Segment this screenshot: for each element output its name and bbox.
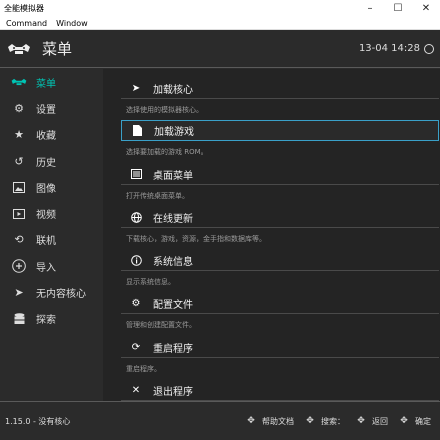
netplay-icon: ⟲ [14,233,24,247]
image-icon [11,180,27,194]
config-icon: ⚙ [131,297,141,309]
entry-label: 桌面菜单 [153,170,193,182]
window-menubar: Command Window [0,17,440,30]
menu-entry-online-updater[interactable]: 在线更新 下载核心，游戏，资源，金手指和数据库等。 [121,207,439,250]
entry-label: 配置文件 [153,299,193,311]
menu-entry-information[interactable]: 系统信息 显示系统信息。 [121,250,439,293]
page-title: 菜单 [42,40,73,58]
entry-label: 退出程序 [153,386,193,398]
menu-entry-restart[interactable]: ⟳ 重启程序 重启程序。 [121,337,439,380]
entry-description: 打开传统桌面菜单。 [126,192,189,200]
hint-help[interactable]: ✥ 帮助文档 [244,414,294,428]
desktop-menu-icon [129,169,143,179]
window-titlebar: 全能模拟器 – ☐ ✕ [0,0,440,17]
sidebar-item-label: 图像 [36,183,56,195]
hint-search[interactable]: ✥ 搜索： [303,414,345,428]
list-item[interactable]: ✕ 退出程序 [121,380,439,401]
dpad-back-icon: ✥ [357,416,365,426]
sidebar-item-settings[interactable]: ⚙ 设置 [0,95,103,121]
info-icon [129,254,143,266]
history-icon: ↺ [14,154,24,168]
file-icon [130,125,144,136]
window-title: 全能模拟器 [4,4,44,13]
entry-description: 选择使用的模拟器核心。 [126,106,203,114]
dpad-ok-icon: ✥ [400,416,408,426]
sidebar-item-label: 历史 [36,157,56,169]
entry-description: 管理和创建配置文件。 [126,321,196,329]
sidebar-item-explore[interactable]: 探索 [0,306,103,332]
restart-icon: ⟳ [131,341,141,353]
list-item[interactable]: ➤ 加载核心 [121,78,439,99]
hint-label: 搜索： [321,416,345,426]
maximize-button[interactable]: ☐ [384,0,412,17]
sidebar-item-videos[interactable]: 视频 [0,200,103,226]
entry-label: 重启程序 [153,343,193,355]
entry-label: 在线更新 [153,213,193,225]
menu-entry-load-content[interactable]: 加载游戏 选择要加载的游戏 ROM。 [121,120,439,163]
sidebar-item-label: 设置 [36,104,56,116]
rocket-icon: ➤ [131,82,141,94]
dpad-help-icon: ✥ [247,416,255,426]
entry-label: 系统信息 [153,256,193,268]
close-icon: ✕ [131,384,141,396]
hint-back[interactable]: ✥ 返回 [354,414,388,428]
entry-description: 下载核心，游戏，资源，金手指和数据库等。 [126,235,266,243]
sidebar-item-label: 导入 [36,262,56,274]
gear-icon: ⚙ [14,101,24,115]
entry-description: 显示系统信息。 [126,278,175,286]
sidebar-item-import[interactable]: 导入 [0,253,103,279]
retroarch-logo-icon [11,75,27,89]
sidebar-item-contentless-cores[interactable]: ➤ 无内容核心 [0,279,103,305]
rocket-icon: ➤ [14,286,24,300]
sidebar-item-label: 收藏 [36,131,56,143]
sidebar-item-main-menu[interactable]: 菜单 [0,69,103,95]
entry-description: 重启程序。 [126,365,161,373]
menu-entry-quit[interactable]: ✕ 退出程序 [121,380,439,401]
sidebar: 菜单 ⚙ 设置 ★ 收藏 ↺ 历史 图像 视频 ⟲ 联机 导入 ➤ 无内容核心 [0,69,103,401]
database-icon [11,312,27,326]
status-footer: 1.15.0 - 没有核心 ✥ 帮助文档 ✥ 搜索： ✥ 返回 ✥ 确定 [0,401,440,440]
sidebar-item-netplay[interactable]: ⟲ 联机 [0,227,103,253]
dpad-search-icon: ✥ [306,416,314,426]
sidebar-item-label: 视频 [36,210,56,222]
retroarch-logo-icon [8,43,30,54]
hint-label: 确定 [415,416,431,426]
main-menu-list: ➤ 加载核心 选择使用的模拟器核心。 加载游戏 选择要加载的游戏 ROM。 桌面… [103,69,440,401]
minimize-button[interactable]: – [356,0,384,17]
globe-icon [129,211,143,223]
menu-window[interactable]: Window [50,19,91,28]
app-header: 菜单 13-04 14:28 [0,30,440,68]
clock-icon [424,43,434,54]
list-item[interactable]: 系统信息 [121,250,439,271]
entry-label: 加载游戏 [154,127,194,138]
clock-text: 13-04 14:28 [358,43,420,54]
list-item[interactable]: 桌面菜单 [121,164,439,185]
hint-label: 帮助文档 [262,416,294,426]
sidebar-item-images[interactable]: 图像 [0,174,103,200]
list-item[interactable]: ⟳ 重启程序 [121,337,439,358]
sidebar-item-label: 无内容核心 [36,289,86,301]
menu-command[interactable]: Command [0,19,50,28]
sidebar-item-favorites[interactable]: ★ 收藏 [0,122,103,148]
sidebar-item-label: 联机 [36,236,56,248]
entry-description: 选择要加载的游戏 ROM。 [126,148,208,156]
entry-label: 加载核心 [153,84,193,96]
video-icon [11,207,27,221]
list-item[interactable]: 在线更新 [121,207,439,228]
sidebar-item-history[interactable]: ↺ 历史 [0,148,103,174]
hint-ok[interactable]: ✥ 确定 [397,414,431,428]
sidebar-item-label: 菜单 [36,78,56,90]
list-item[interactable]: 加载游戏 [121,120,439,141]
star-icon: ★ [14,128,24,142]
menu-entry-load-core[interactable]: ➤ 加载核心 选择使用的模拟器核心。 [121,78,439,121]
hint-label: 返回 [372,416,388,426]
sidebar-item-label: 探索 [36,315,56,327]
version-status: 1.15.0 - 没有核心 [5,416,71,426]
close-window-button[interactable]: ✕ [412,0,440,17]
menu-entry-desktop-menu[interactable]: 桌面菜单 打开传统桌面菜单。 [121,164,439,207]
list-item[interactable]: ⚙ 配置文件 [121,293,439,314]
menu-entry-config-file[interactable]: ⚙ 配置文件 管理和创建配置文件。 [121,293,439,336]
plus-icon [11,259,27,274]
